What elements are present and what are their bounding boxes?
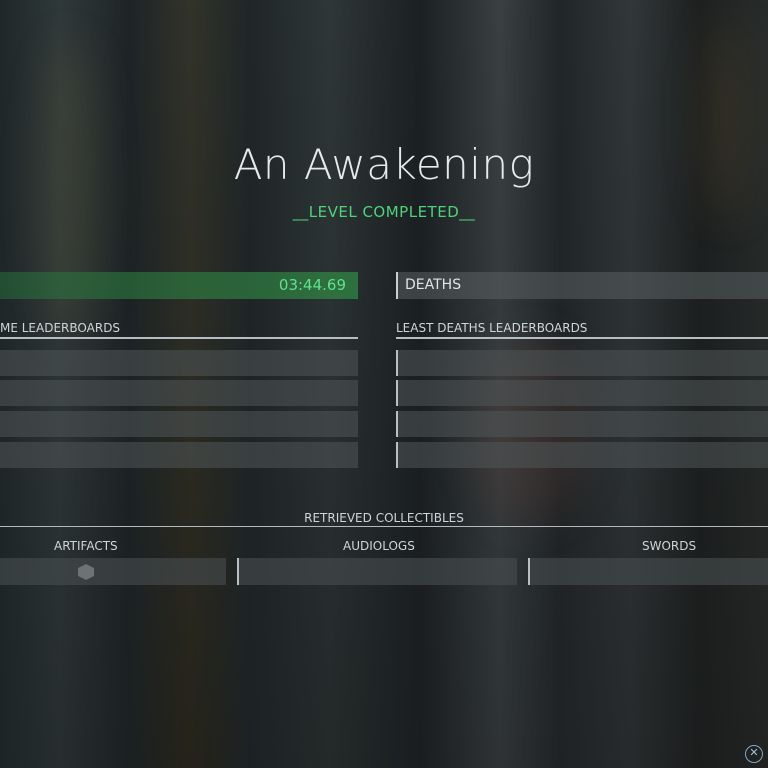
artifacts-slot[interactable]: [0, 558, 226, 585]
deaths-leaderboard-row[interactable]: [396, 411, 768, 437]
background-light-right: [700, 20, 750, 220]
deaths-leaderboard-row[interactable]: [396, 380, 768, 406]
level-title: An Awakening: [233, 140, 535, 189]
deaths-leaderboard-row[interactable]: [396, 350, 768, 376]
deaths-leaderboard-row[interactable]: [396, 442, 768, 468]
time-leaderboard-row[interactable]: [0, 350, 358, 376]
swords-label: SWORDS: [642, 539, 697, 553]
collectibles-divider: [0, 526, 768, 527]
time-leaderboards-heading: ME LEADERBOARDS: [0, 321, 358, 339]
deaths-bar: DEATHS: [396, 272, 768, 299]
collectibles-heading: RETRIEVED COLLECTIBLES: [304, 511, 464, 525]
completion-time: 03:44.69: [278, 276, 346, 294]
close-icon[interactable]: ✕: [745, 745, 763, 763]
completion-time-bar: 03:44.69: [0, 272, 358, 299]
time-leaderboard-row[interactable]: [0, 411, 358, 437]
deaths-label: DEATHS: [405, 277, 462, 293]
time-leaderboard-row[interactable]: [0, 442, 358, 468]
deaths-leaderboards-heading: LEAST DEATHS LEADERBOARDS: [396, 321, 768, 339]
level-status: __LEVEL COMPLETED__: [292, 203, 476, 221]
artifacts-label: ARTIFACTS: [54, 539, 118, 553]
audiologs-slot[interactable]: [237, 558, 517, 585]
time-leaderboard-row[interactable]: [0, 380, 358, 406]
swords-slot[interactable]: [528, 558, 768, 585]
audiologs-label: AUDIOLOGS: [343, 539, 415, 553]
